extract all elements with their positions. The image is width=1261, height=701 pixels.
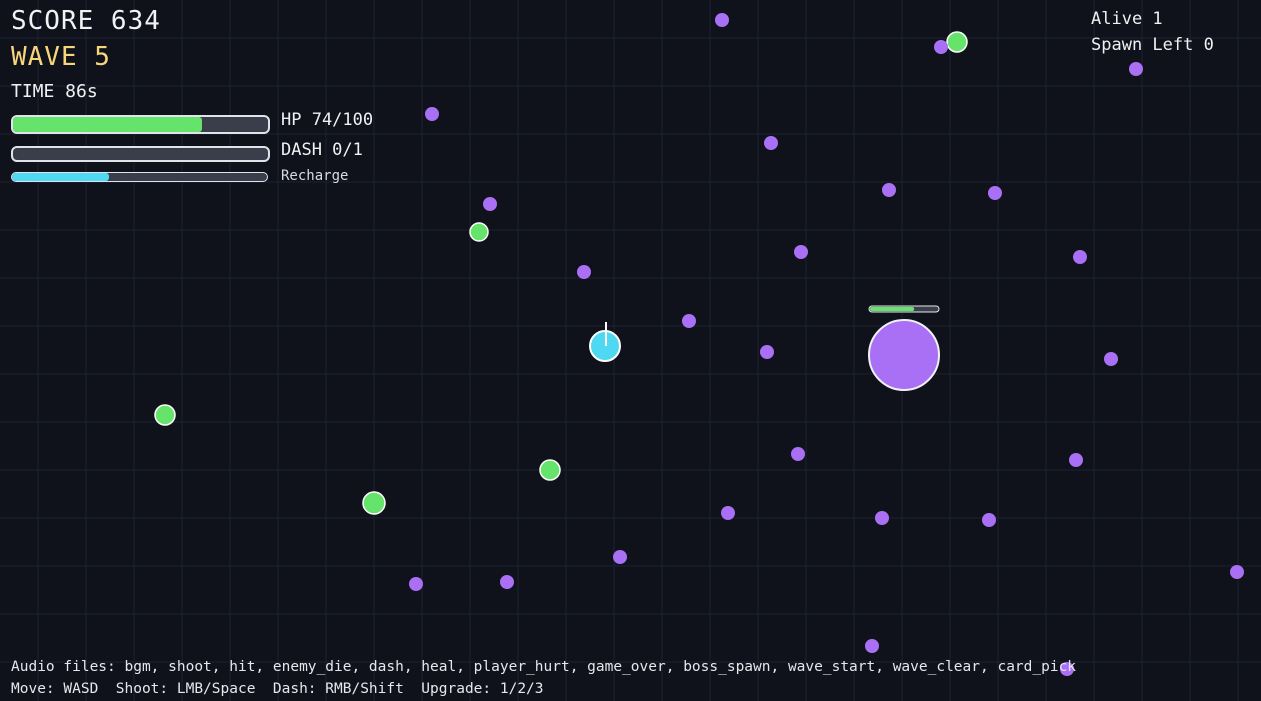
enemy	[865, 639, 879, 653]
health-pickup	[469, 222, 489, 242]
enemy	[1129, 62, 1143, 76]
enemy	[613, 550, 627, 564]
enemy	[934, 40, 948, 54]
hp-bar	[11, 115, 270, 134]
time-display: TIME 86s	[11, 81, 98, 102]
enemy	[1069, 453, 1083, 467]
background-grid	[0, 0, 1261, 701]
enemy	[882, 183, 896, 197]
enemy	[500, 575, 514, 589]
health-pickup	[154, 404, 176, 426]
player-ship	[589, 322, 621, 362]
enemy	[483, 197, 497, 211]
enemy	[682, 314, 696, 328]
enemy	[721, 506, 735, 520]
enemy	[760, 345, 774, 359]
recharge-bar-fill	[12, 173, 109, 181]
enemy	[409, 577, 423, 591]
health-pickup	[946, 31, 968, 53]
wave-display: WAVE 5	[11, 42, 111, 72]
enemy	[794, 245, 808, 259]
controls-info: Move: WASD Shoot: LMB/Space Dash: RMB/Sh…	[11, 681, 544, 697]
recharge-bar	[11, 172, 268, 182]
enemy	[791, 447, 805, 461]
enemy	[875, 511, 889, 525]
enemy	[577, 265, 591, 279]
dash-bar	[11, 146, 270, 162]
enemy	[988, 186, 1002, 200]
health-pickups	[154, 31, 968, 515]
boss-enemy	[868, 305, 940, 391]
game-arena[interactable]	[0, 0, 1261, 701]
enemy	[1230, 565, 1244, 579]
health-pickup	[539, 459, 561, 481]
hp-bar-fill	[13, 117, 202, 132]
enemy	[715, 13, 729, 27]
recharge-label: Recharge	[281, 168, 349, 184]
hp-label: HP 74/100	[281, 110, 374, 130]
enemies	[409, 13, 1244, 676]
spawn-left-count: Spawn Left 0	[1091, 35, 1214, 55]
boss-body	[868, 319, 940, 391]
boss-hp-bar-fill	[870, 307, 915, 311]
score-display: SCORE 634	[11, 6, 161, 36]
dash-label: DASH 0/1	[281, 140, 363, 160]
enemy	[764, 136, 778, 150]
audio-files-info: Audio files: bgm, shoot, hit, enemy_die,…	[11, 659, 1077, 675]
enemy	[1073, 250, 1087, 264]
enemy	[1104, 352, 1118, 366]
alive-count: Alive 1	[1091, 9, 1163, 29]
enemy	[425, 107, 439, 121]
health-pickup	[362, 491, 386, 515]
enemy	[982, 513, 996, 527]
